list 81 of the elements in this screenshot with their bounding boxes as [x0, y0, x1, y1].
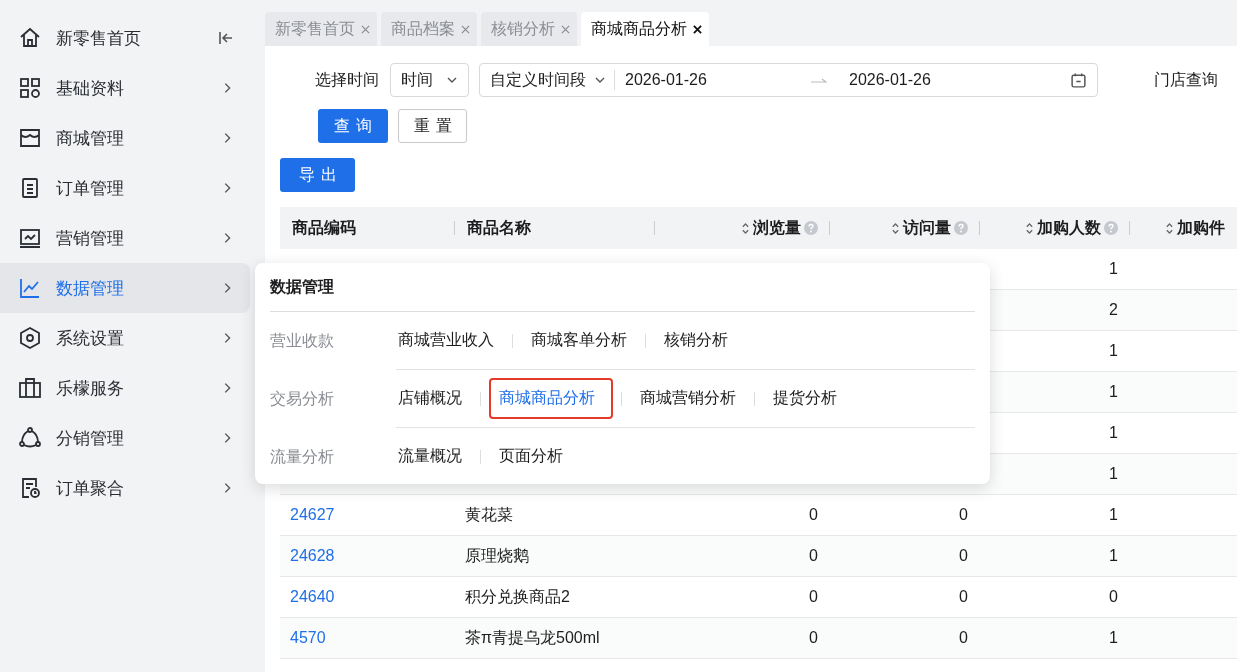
- sidebar-item[interactable]: 新零售首页: [0, 13, 250, 63]
- menu-link[interactable]: 商城营业收入: [396, 322, 504, 359]
- product-code-link[interactable]: 24640: [290, 588, 335, 606]
- close-icon[interactable]: [693, 24, 702, 34]
- sidebar-item[interactable]: 基础资料: [0, 63, 250, 113]
- table-cell: 1: [1109, 629, 1118, 647]
- sort-icon[interactable]: [1025, 221, 1034, 235]
- reset-button[interactable]: 重置: [398, 109, 467, 143]
- sidebar-item[interactable]: 分销管理: [0, 413, 250, 463]
- table-cell: 1: [1109, 424, 1118, 442]
- sidebar-item[interactable]: 乐檬服务: [0, 363, 250, 413]
- menu-link[interactable]: 提货分析: [763, 380, 847, 417]
- help-icon: [954, 221, 968, 235]
- table-cell: 0: [959, 506, 968, 524]
- table-cell: 0: [1109, 588, 1118, 606]
- table-cell: 0: [959, 547, 968, 565]
- table-cell-text: 原理烧鹅: [465, 545, 529, 566]
- table-cell: 0: [809, 588, 818, 606]
- table-cell-text: 茶π青提乌龙500ml: [465, 627, 600, 648]
- date-range-field[interactable]: 自定义时间段 2026-01-26 2026-01-26: [479, 63, 1098, 97]
- menu-link[interactable]: 商城营销分析: [630, 380, 746, 417]
- product-code-link[interactable]: 4570: [290, 629, 326, 647]
- table-cell: 0: [959, 588, 968, 606]
- column-header: 加购人数: [1037, 217, 1101, 238]
- sort-icon[interactable]: [891, 221, 900, 235]
- filter-label: 选择时间: [315, 69, 379, 90]
- export-button[interactable]: 导出: [280, 158, 355, 192]
- menu-link[interactable]: 核销分析: [654, 322, 738, 359]
- table-cell: 0: [809, 629, 818, 647]
- group-label: 流量分析: [270, 447, 335, 467]
- table-cell: 1: [1109, 465, 1118, 483]
- table-cell: 0: [809, 506, 818, 524]
- briefcase-icon: [18, 376, 42, 400]
- sidebar-item[interactable]: 系统设置: [0, 313, 250, 363]
- sort-icon[interactable]: [741, 221, 750, 235]
- table-cell: 2: [1109, 301, 1118, 319]
- menu-link[interactable]: 商城商品分析: [489, 378, 613, 419]
- sidebar-item[interactable]: 订单聚合: [0, 463, 250, 513]
- table-cell-text: 积分兑换商品2: [465, 586, 570, 607]
- table-cell: 1: [1109, 383, 1118, 401]
- grid-icon: [18, 76, 42, 100]
- column-header: 浏览量: [753, 217, 801, 238]
- sidebar-item[interactable]: 数据管理: [0, 263, 250, 313]
- share-icon: [18, 426, 42, 450]
- query-button[interactable]: 查询: [318, 109, 388, 143]
- popup-title: 数据管理: [270, 263, 975, 312]
- column-header: 商品编码: [292, 217, 356, 238]
- sort-icon[interactable]: [1165, 221, 1174, 235]
- table-cell: 1: [1109, 260, 1118, 278]
- tab[interactable]: 商城商品分析: [581, 12, 709, 46]
- chart-icon: [18, 276, 42, 300]
- filter-label: 门店查询: [1154, 69, 1218, 90]
- mode-select[interactable]: 时间: [390, 63, 469, 97]
- sidebar-item[interactable]: 营销管理: [0, 213, 250, 263]
- menu-link[interactable]: 店铺概况: [396, 380, 472, 417]
- group-label: 营业收款: [270, 331, 335, 351]
- sidebar-item[interactable]: 商城管理: [0, 113, 250, 163]
- hexagon-icon: [18, 326, 42, 350]
- menu-link[interactable]: 页面分析: [489, 438, 573, 475]
- table-cell: 0: [959, 629, 968, 647]
- sidebar-item[interactable]: 订单管理: [0, 163, 250, 213]
- table-cell: 0: [809, 547, 818, 565]
- calendar-icon: [1070, 71, 1087, 89]
- monitor-icon: [18, 226, 42, 250]
- table-cell: 1: [1109, 342, 1118, 360]
- store-icon: [18, 126, 42, 150]
- help-icon: [804, 221, 818, 235]
- product-code-link[interactable]: 24628: [290, 547, 335, 565]
- help-icon: [1104, 221, 1118, 235]
- table-cell: 1: [1109, 506, 1118, 524]
- column-header: 访问量: [903, 217, 951, 238]
- column-header: 加购件: [1177, 217, 1225, 238]
- collapse-icon[interactable]: [218, 30, 234, 46]
- home-icon: [18, 26, 42, 50]
- product-code-link[interactable]: 24627: [290, 506, 335, 524]
- menu-link[interactable]: 商城客单分析: [521, 322, 637, 359]
- group-label: 交易分析: [270, 389, 335, 409]
- table-cell-text: 黄花菜: [465, 504, 513, 525]
- table-cell: 1: [1109, 547, 1118, 565]
- menu-link[interactable]: 流量概况: [396, 438, 472, 475]
- column-header: 商品名称: [467, 217, 531, 238]
